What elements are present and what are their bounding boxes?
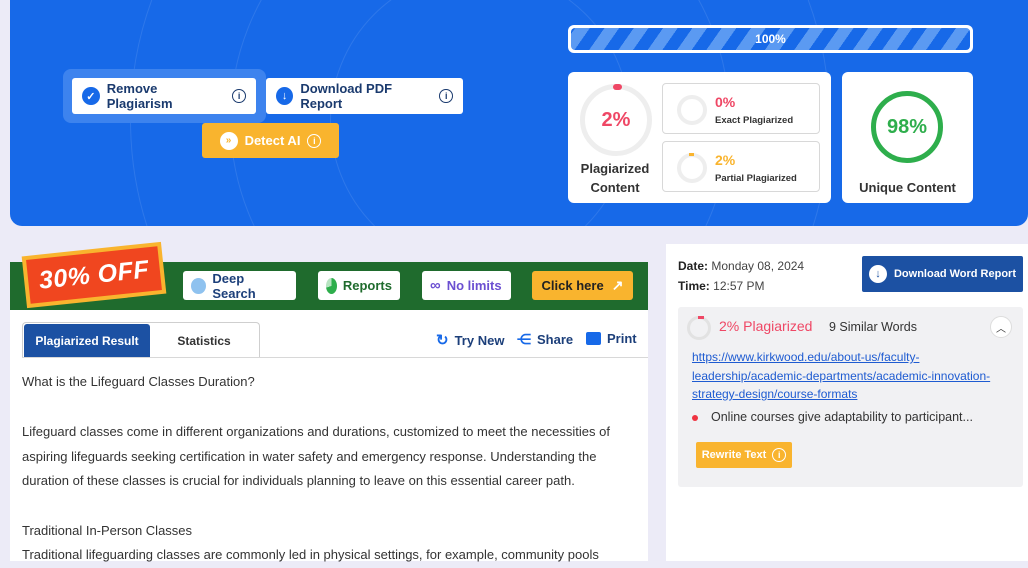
exact-label: Exact Plagiarized	[715, 115, 794, 126]
partial-label: Partial Plagiarized	[715, 173, 797, 184]
reports-pill: Reports	[318, 271, 400, 300]
info-icon[interactable]: i	[232, 89, 246, 103]
date-value: Monday 08, 2024	[711, 259, 805, 273]
deep-search-label: Deep Search	[212, 270, 256, 301]
plagiarized-donut: 2%	[580, 84, 652, 156]
pie-chart-icon	[326, 277, 337, 294]
share-label: Share	[537, 332, 574, 347]
progress-fill: 100%	[571, 28, 970, 50]
download-pdf-button[interactable]: ↓ Download PDF Report i	[266, 78, 463, 114]
info-icon[interactable]: i	[307, 133, 322, 148]
remove-plagiarism-label: Remove Plagiarism	[106, 81, 173, 111]
plagiarized-percent: 2%	[601, 108, 631, 131]
unique-donut: 98%	[871, 91, 943, 163]
unique-percent: 98%	[886, 115, 928, 138]
try-new-label: Try New	[454, 332, 505, 348]
chevron-up-icon[interactable]: ︿	[990, 316, 1012, 338]
arrow-up-right-icon: ↗	[611, 277, 624, 293]
no-limits-label: No limits	[446, 278, 502, 293]
match-percent: 2% Plagiarized	[719, 318, 813, 334]
matched-sentence[interactable]: Online courses give adaptability to part…	[711, 410, 973, 424]
source-link[interactable]: https://www.kirkwood.edu/about-us/facult…	[692, 348, 992, 404]
report-time: Time: 12:57 PM	[678, 279, 765, 293]
rewrite-text-label: Rewrite Text	[701, 449, 767, 461]
match-donut	[687, 316, 711, 340]
click-here-label: Click here	[541, 278, 604, 293]
info-icon[interactable]: i	[439, 89, 453, 103]
detect-ai-label: Detect AI	[244, 133, 301, 148]
double-chevron-icon: »	[219, 131, 238, 150]
deep-search-pill: Deep Search	[183, 270, 296, 301]
discount-badge-label: 30% OFF	[26, 246, 162, 304]
time-value: 12:57 PM	[713, 279, 765, 293]
printer-icon	[586, 332, 601, 345]
date-label: Date:	[678, 259, 709, 273]
reports-label: Reports	[342, 278, 392, 293]
remove-plagiarism-button[interactable]: ✓ Remove Plagiarism i	[72, 78, 256, 114]
similar-words-count: 9 Similar Words	[829, 320, 917, 334]
donut-progress-mark	[698, 316, 704, 319]
download-circle-icon: ↓	[276, 87, 294, 105]
time-label: Time:	[678, 279, 710, 293]
plagiarized-content-label: Plagiarized Content	[580, 161, 650, 195]
click-here-button[interactable]: Click here ↗	[532, 271, 633, 300]
content-paragraph: Lifeguard classes come in different orga…	[22, 424, 610, 488]
download-circle-icon: ↓	[868, 265, 887, 283]
no-limits-pill: ∞ No limits	[422, 271, 511, 300]
download-pdf-label: Download PDF Report	[300, 81, 393, 111]
check-circle-icon: ✓	[82, 87, 100, 105]
report-date: Date: Monday 08, 2024	[678, 259, 804, 273]
share-button[interactable]: ⋲ Share	[517, 331, 573, 348]
exact-percent: 0%	[715, 94, 736, 110]
print-button[interactable]: Print	[586, 331, 637, 346]
download-word-report-button[interactable]: ↓ Download Word Report	[862, 256, 1023, 292]
rewrite-text-button[interactable]: Rewrite Text i	[696, 442, 792, 468]
share-icon: ⋲	[517, 331, 531, 347]
plagiarism-summary-card: 2% Plagiarized Content 0% Exact Plagiari…	[568, 72, 831, 203]
content-heading: What is the Lifeguard Classes Duration?	[22, 374, 255, 389]
tab-plagiarized-result[interactable]: Plagiarized Result	[24, 324, 150, 357]
detect-ai-button[interactable]: » Detect AI i	[202, 123, 339, 158]
print-label: Print	[607, 331, 637, 346]
info-icon[interactable]: i	[772, 448, 787, 462]
unique-content-label: Unique Content	[859, 180, 956, 195]
donut-progress-mark	[613, 84, 622, 90]
partial-plagiarized-card: 2% Partial Plagiarized	[662, 141, 820, 192]
unique-content-card: 98% Unique Content	[842, 72, 973, 203]
tab-statistics[interactable]: Statistics	[150, 324, 258, 357]
refresh-icon: ↻	[436, 332, 449, 349]
download-word-label: Download Word Report	[893, 268, 1016, 280]
content-subheading: Traditional In-Person Classes	[22, 523, 193, 538]
tab-divider	[22, 357, 648, 358]
partial-donut	[677, 153, 707, 183]
infinity-icon: ∞	[430, 277, 441, 294]
search-icon	[191, 277, 207, 294]
bullet-icon	[692, 415, 698, 421]
exact-plagiarized-card: 0% Exact Plagiarized	[662, 83, 820, 134]
try-new-button[interactable]: ↻ Try New	[436, 331, 504, 349]
scan-progress-bar: 100%	[568, 25, 973, 53]
content-paragraph: Traditional lifeguarding classes are com…	[22, 547, 599, 562]
partial-percent: 2%	[715, 152, 736, 168]
progress-label: 100%	[755, 32, 786, 46]
exact-donut	[677, 95, 707, 125]
